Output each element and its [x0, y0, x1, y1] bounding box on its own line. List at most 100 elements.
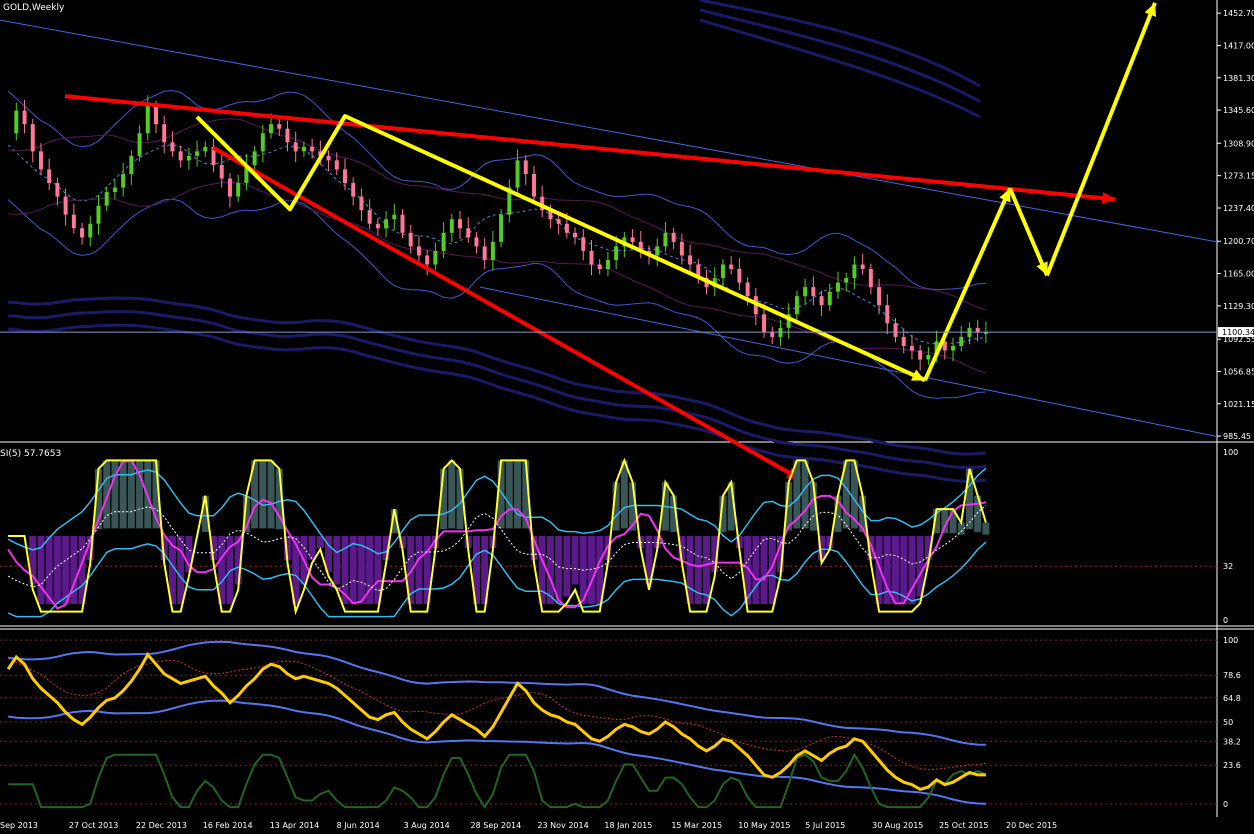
- osc-axis-label: 0: [1223, 800, 1228, 809]
- candle-body: [490, 241, 495, 260]
- candle-body: [178, 151, 183, 161]
- candle-body: [145, 106, 150, 134]
- candle-body: [564, 223, 569, 233]
- candle-body: [121, 173, 126, 188]
- osc-axis-label: 23.6: [1223, 761, 1241, 770]
- candle-body: [860, 264, 865, 270]
- candle-body: [885, 305, 890, 324]
- candle-body: [605, 259, 610, 270]
- rsi-axis-label: 100: [1223, 448, 1238, 457]
- candle-body: [227, 178, 232, 197]
- rsi-histogram-bar: [177, 536, 185, 605]
- rsi-histogram-bar: [259, 460, 267, 529]
- candle-body: [835, 282, 840, 292]
- candle-body: [351, 183, 356, 197]
- candle-body: [375, 223, 380, 229]
- rsi-histogram-bar: [571, 536, 579, 585]
- candle-body: [573, 232, 578, 238]
- candle-body: [71, 214, 76, 229]
- time-axis-label: 13 Apr 2014: [270, 821, 319, 830]
- candle-body: [441, 232, 446, 251]
- candle-body: [729, 264, 734, 270]
- candle-body: [794, 296, 799, 315]
- price-axis-label: 1417.00: [1223, 41, 1254, 50]
- candle-body: [589, 250, 594, 265]
- time-axis-label: 30 Aug 2015: [872, 821, 923, 830]
- candle-body: [893, 323, 898, 337]
- candle-body: [112, 187, 117, 193]
- rsi-histogram-bar: [333, 536, 341, 585]
- candle-body: [38, 151, 43, 170]
- rsi-histogram-bar: [620, 460, 628, 529]
- candle-body: [310, 146, 315, 152]
- candle-body: [466, 228, 471, 238]
- candle-body: [334, 160, 339, 170]
- candle-body: [425, 255, 430, 265]
- candle-body: [408, 232, 413, 247]
- rsi-histogram-bar: [37, 536, 45, 605]
- candle-body: [556, 219, 561, 224]
- candle-body: [803, 287, 808, 297]
- candle-body: [515, 160, 520, 188]
- candle-body: [186, 155, 191, 161]
- candle-body: [80, 228, 85, 238]
- candle-body: [285, 128, 290, 143]
- candle-body: [416, 246, 421, 256]
- candle-body: [458, 219, 463, 229]
- osc-axis-label: 50: [1223, 718, 1233, 727]
- candle-body: [951, 345, 956, 351]
- time-axis-label: 10 May 2015: [738, 821, 790, 830]
- rsi-histogram-bar: [982, 522, 990, 535]
- candle-body: [301, 146, 306, 152]
- candle-body: [737, 269, 742, 283]
- price-axis-label: 1345.60: [1223, 106, 1254, 115]
- candle-body: [745, 282, 750, 297]
- rsi-histogram-bar: [514, 460, 522, 529]
- candle-body: [252, 151, 257, 165]
- rsi-axis-label: 32: [1223, 562, 1233, 571]
- price-axis-label: 1381.30: [1223, 74, 1254, 83]
- price-axis-label: 1452.70: [1223, 9, 1254, 18]
- candle-body: [959, 336, 964, 346]
- time-axis-label: 27 Oct 2013: [69, 821, 118, 830]
- rsi-histogram-bar: [801, 460, 809, 529]
- time-axis-label: Sep 2013: [0, 821, 38, 830]
- candle-body: [129, 155, 134, 174]
- time-axis-label: 16 Feb 2014: [203, 821, 253, 830]
- candle-body: [170, 142, 175, 152]
- rsi-histogram-bar: [53, 536, 61, 605]
- candle-body: [819, 296, 824, 306]
- candle-body: [762, 314, 767, 333]
- candle-body: [877, 287, 882, 306]
- price-axis-label: 1129.30: [1223, 302, 1254, 311]
- candle-body: [30, 124, 35, 152]
- candle-body: [260, 133, 265, 152]
- candle-body: [269, 124, 274, 134]
- candle-body: [293, 142, 298, 152]
- candle-body: [474, 237, 479, 247]
- candle-body: [104, 192, 109, 206]
- candle-body: [663, 232, 668, 247]
- rsi-title: SI(5) 57.7653: [0, 449, 61, 459]
- candle-body: [909, 345, 914, 351]
- price-axis-label: 1308.90: [1223, 139, 1254, 148]
- candle-body: [137, 133, 142, 156]
- candle-body: [581, 237, 586, 251]
- price-axis-label: 1056.85: [1223, 367, 1254, 376]
- candle-body: [671, 232, 676, 242]
- rsi-histogram-bar: [415, 536, 423, 605]
- candle-body: [688, 255, 693, 265]
- rsi-histogram-bar: [505, 460, 513, 529]
- gold-weekly-chart[interactable]: GOLD,Weekly 1452.70 1417.00 1381.30 1345.60…: [0, 0, 1254, 834]
- time-axis-label: 28 Sep 2014: [471, 821, 522, 830]
- candle-body: [852, 264, 857, 279]
- candle-body: [868, 269, 873, 288]
- candle-body: [918, 350, 923, 360]
- time-axis-label: 23 Nov 2014: [537, 821, 588, 830]
- candle-body: [14, 110, 19, 134]
- oscillator-panel[interactable]: [0, 629, 1217, 817]
- rsi-histogram-bar: [62, 536, 70, 605]
- price-panel[interactable]: [0, 0, 1217, 441]
- candle-body: [359, 196, 364, 211]
- candle-body: [154, 106, 159, 125]
